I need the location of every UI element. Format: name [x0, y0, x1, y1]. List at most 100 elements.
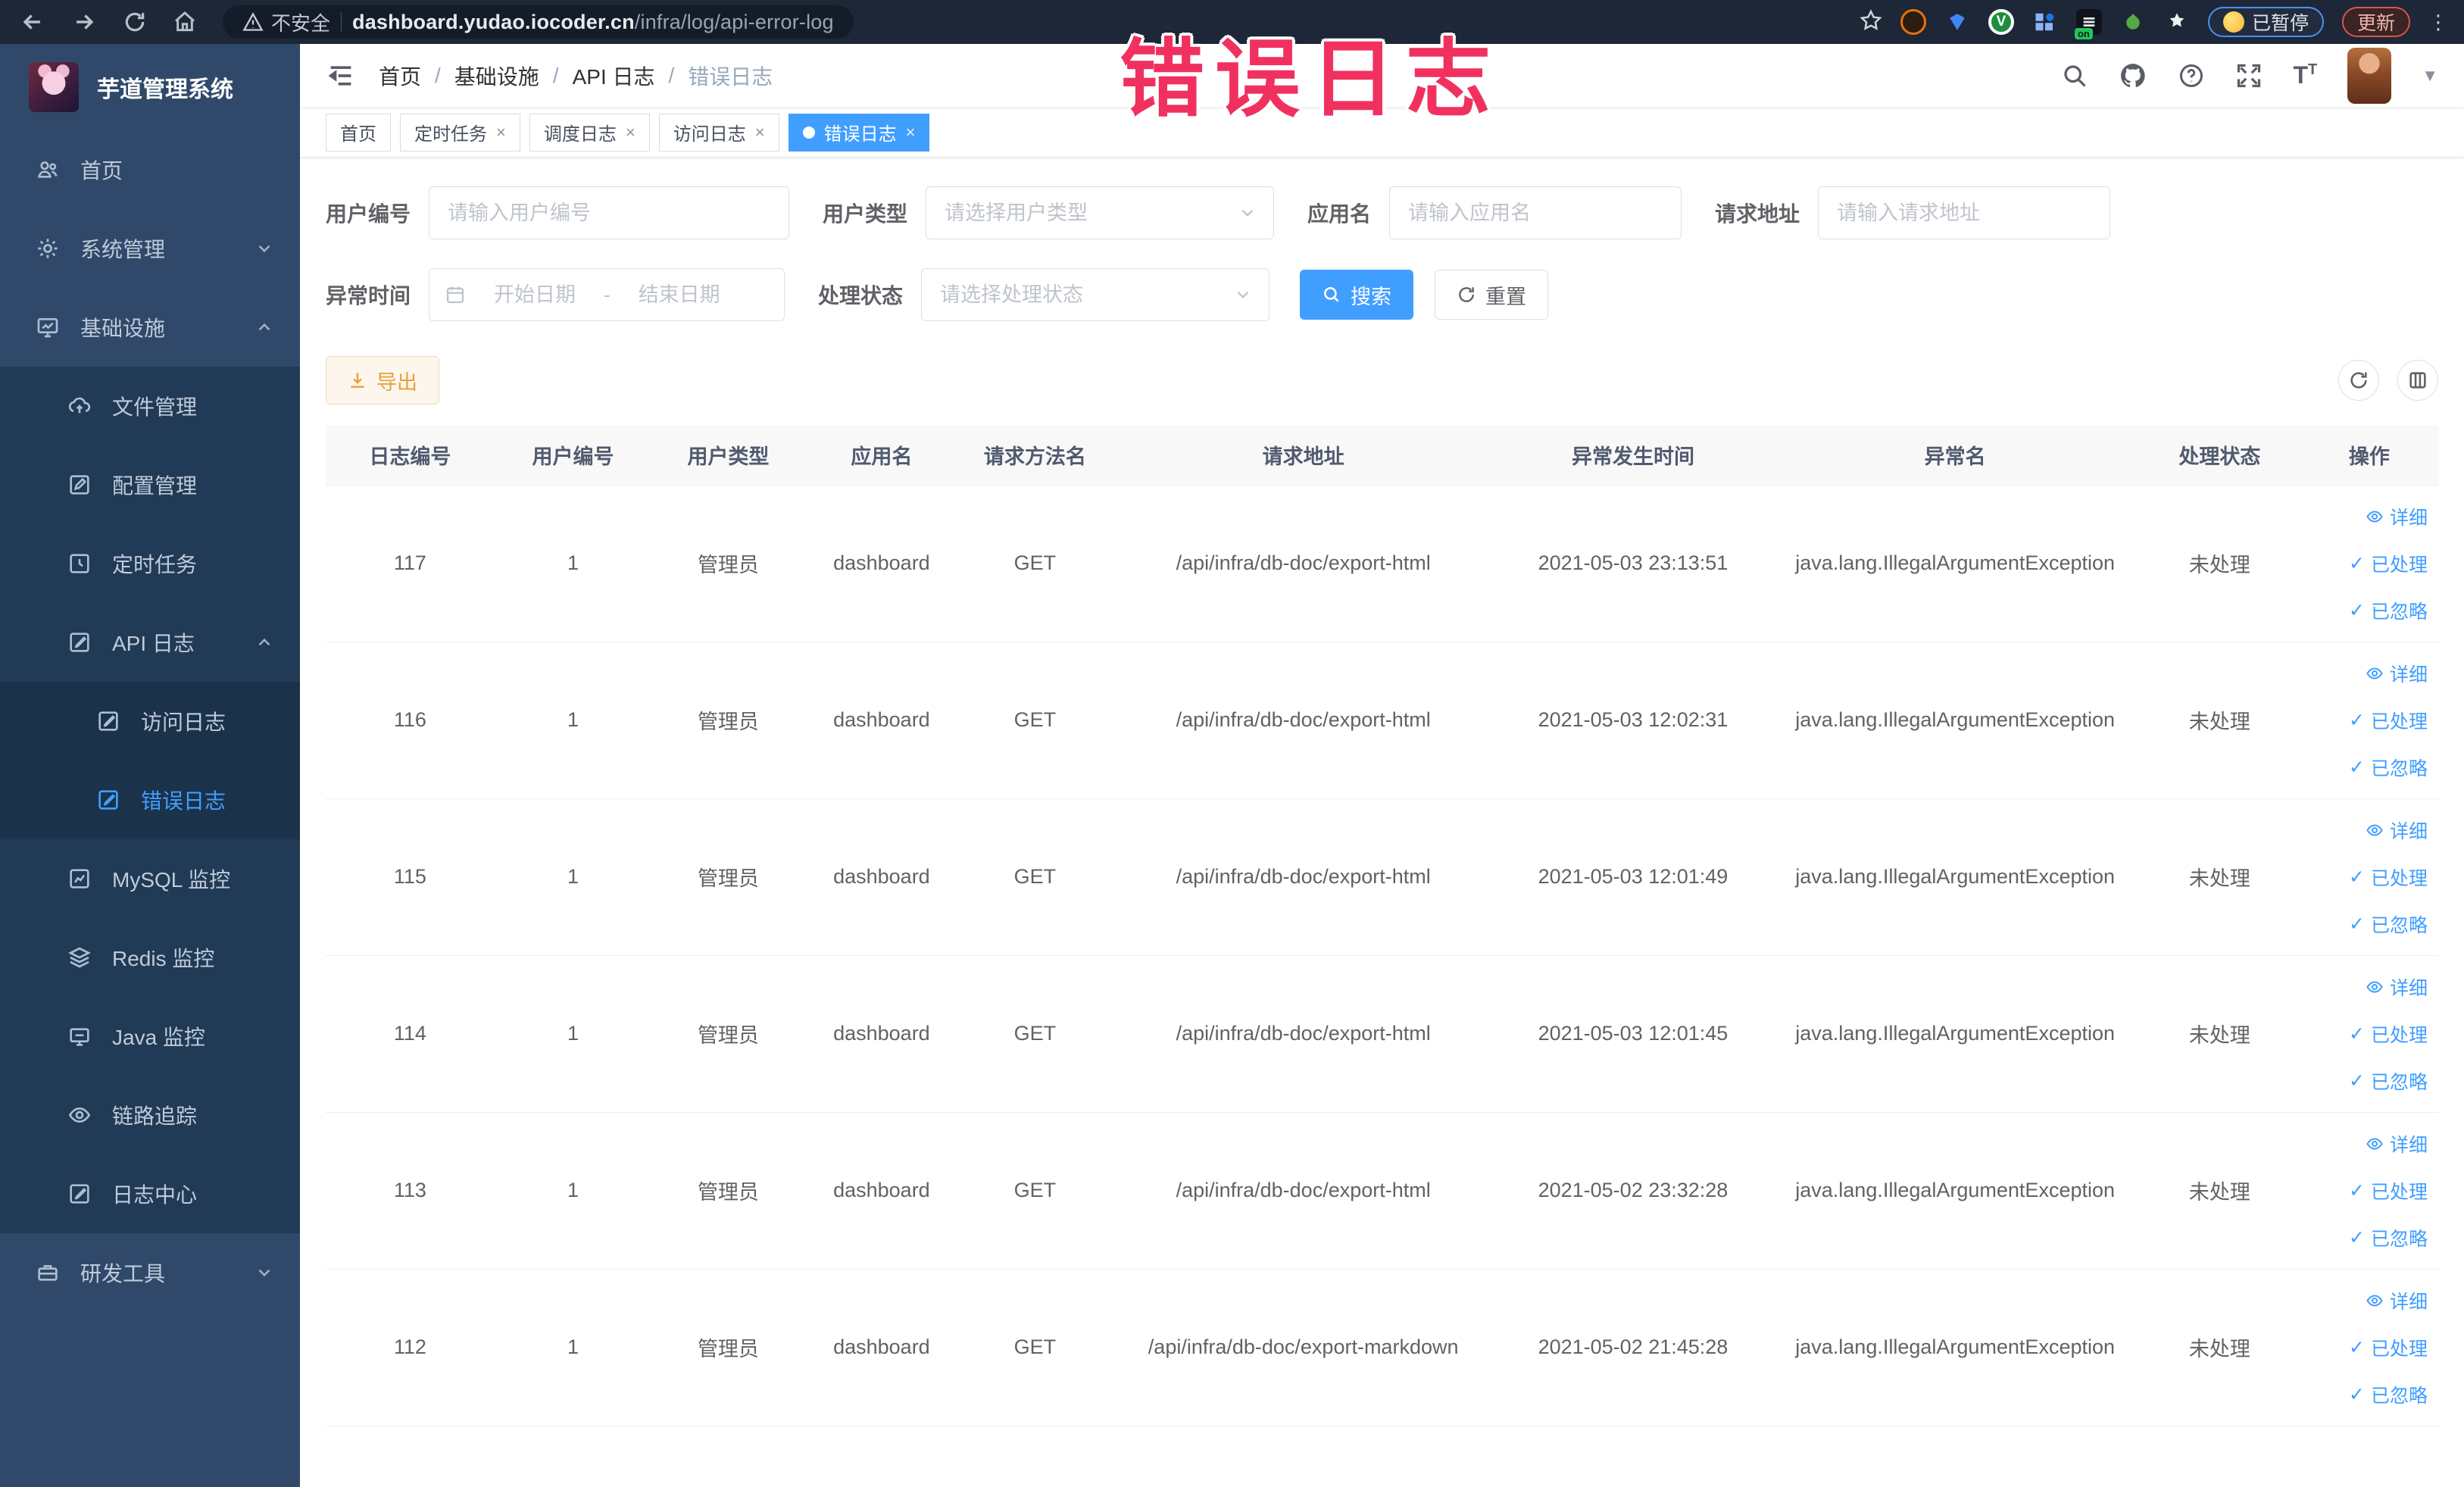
- col-app-name: 应用名: [804, 426, 959, 486]
- tag-error-log[interactable]: 错误日志 ×: [788, 113, 930, 152]
- detail-link[interactable]: 详细: [2306, 964, 2428, 1011]
- extension-icon[interactable]: V: [1988, 9, 2014, 35]
- column-settings-button[interactable]: [2397, 360, 2438, 401]
- sidebar-item-label: 日志中心: [112, 1183, 198, 1207]
- font-size-icon[interactable]: TT: [2293, 61, 2317, 89]
- address-bar[interactable]: 不安全 dashboard.yudao.iocoder.cn/infra/log…: [223, 5, 854, 39]
- sidebar-item-java-monitor[interactable]: Java 监控: [0, 997, 300, 1076]
- extension-icon[interactable]: [2032, 9, 2058, 35]
- start-date-input[interactable]: [478, 283, 592, 307]
- sidebar-item-system[interactable]: 系统管理: [0, 209, 300, 288]
- cell-time: 2021-05-03 12:01:45: [1494, 955, 1772, 1113]
- user-id-input[interactable]: [429, 186, 790, 239]
- breadcrumb-infra[interactable]: 基础设施: [454, 61, 539, 91]
- mark-ignored-link[interactable]: ✓ 已忽略: [2306, 744, 2428, 791]
- sidebar-item-mysql-monitor[interactable]: MySQL 监控: [0, 839, 300, 918]
- app-name-input[interactable]: [1389, 186, 1682, 239]
- table-row: 112 1 管理员 dashboard GET /api/infra/db-do…: [326, 1269, 2438, 1426]
- mark-processed-link[interactable]: ✓ 已处理: [2306, 854, 2428, 901]
- mark-processed-link[interactable]: ✓ 已处理: [2306, 1167, 2428, 1214]
- user-type-select[interactable]: [926, 186, 1275, 239]
- sidebar-item-job[interactable]: 定时任务: [0, 524, 300, 603]
- mark-processed-link[interactable]: ✓ 已处理: [2306, 697, 2428, 744]
- bookmark-star-icon[interactable]: [1860, 8, 1882, 36]
- process-status-select-input[interactable]: [921, 268, 1270, 321]
- sidebar-collapse-icon[interactable]: [326, 61, 356, 91]
- browser-home-icon[interactable]: [173, 10, 197, 34]
- breadcrumb-home[interactable]: 首页: [379, 61, 421, 91]
- cell-user-id: 1: [494, 798, 652, 956]
- search-icon: [1322, 285, 1341, 305]
- browser-forward-icon[interactable]: [71, 9, 97, 35]
- user-type-label: 用户类型: [823, 202, 908, 226]
- detail-link[interactable]: 详细: [2306, 1277, 2428, 1324]
- tag-job[interactable]: 定时任务 ×: [400, 113, 520, 152]
- sidebar-item-redis-monitor[interactable]: Redis 监控: [0, 918, 300, 997]
- mark-processed-link[interactable]: ✓ 已处理: [2306, 1324, 2428, 1371]
- mark-ignored-link[interactable]: ✓ 已忽略: [2306, 1371, 2428, 1418]
- user-type-select-input[interactable]: [926, 186, 1275, 239]
- mark-ignored-link[interactable]: ✓ 已忽略: [2306, 901, 2428, 948]
- close-icon[interactable]: ×: [906, 123, 916, 142]
- extensions-puzzle-icon[interactable]: [2164, 9, 2190, 35]
- cell-user-id: 1: [494, 485, 652, 642]
- browser-menu-icon[interactable]: ⋮: [2428, 11, 2449, 34]
- extension-icon[interactable]: on: [2074, 9, 2102, 39]
- detail-link[interactable]: 详细: [2306, 807, 2428, 854]
- extension-icon[interactable]: [2120, 9, 2146, 35]
- search-icon[interactable]: [2061, 62, 2088, 89]
- sidebar-item-trace[interactable]: 链路追踪: [0, 1076, 300, 1154]
- end-date-input[interactable]: [622, 283, 736, 307]
- close-icon[interactable]: ×: [496, 123, 506, 142]
- profile-paused-button[interactable]: 已暂停: [2207, 7, 2324, 37]
- browser-reload-icon[interactable]: [123, 10, 147, 34]
- check-icon: ✓: [2349, 913, 2365, 935]
- tag-access-log[interactable]: 访问日志 ×: [658, 113, 779, 152]
- extension-icon[interactable]: [1944, 9, 1970, 35]
- user-menu-caret-icon[interactable]: ▼: [2422, 66, 2438, 86]
- sidebar-item-log-center[interactable]: 日志中心: [0, 1154, 300, 1233]
- sidebar-item-dev-tools[interactable]: 研发工具: [0, 1233, 300, 1312]
- security-warning-icon[interactable]: 不安全: [242, 8, 330, 36]
- edit-square-icon: [67, 472, 92, 498]
- sidebar-item-home[interactable]: 首页: [0, 130, 300, 209]
- detail-link[interactable]: 详细: [2306, 1120, 2428, 1167]
- refresh-table-button[interactable]: [2338, 360, 2379, 401]
- mark-processed-link[interactable]: ✓ 已处理: [2306, 540, 2428, 587]
- mark-ignored-link[interactable]: ✓ 已忽略: [2306, 1057, 2428, 1104]
- breadcrumb-api-log[interactable]: API 日志: [573, 61, 655, 91]
- sidebar-item-file-manage[interactable]: 文件管理: [0, 367, 300, 445]
- request-url-input[interactable]: [1818, 186, 2111, 239]
- app-logo-row[interactable]: 芋道管理系统: [0, 44, 300, 130]
- sidebar-item-api-log[interactable]: API 日志: [0, 603, 300, 682]
- cell-time: 2021-05-03 23:13:51: [1494, 485, 1772, 642]
- close-icon[interactable]: ×: [626, 123, 636, 142]
- search-button[interactable]: 搜索: [1300, 270, 1414, 320]
- help-icon[interactable]: [2178, 62, 2205, 89]
- sidebar-item-error-log[interactable]: 错误日志: [0, 761, 300, 839]
- sidebar-item-config-manage[interactable]: 配置管理: [0, 445, 300, 524]
- mark-ignored-link[interactable]: ✓ 已忽略: [2306, 587, 2428, 634]
- sidebar-item-access-log[interactable]: 访问日志: [0, 682, 300, 761]
- tag-home[interactable]: 首页: [326, 113, 391, 152]
- url-text[interactable]: dashboard.yudao.iocoder.cn/infra/log/api…: [352, 11, 834, 34]
- date-range-picker[interactable]: -: [429, 268, 785, 321]
- fullscreen-icon[interactable]: [2235, 62, 2263, 89]
- detail-link[interactable]: 详细: [2306, 650, 2428, 697]
- user-avatar[interactable]: [2347, 47, 2392, 104]
- cell-user-id: 1: [494, 1269, 652, 1426]
- export-button[interactable]: 导出: [326, 356, 439, 405]
- close-icon[interactable]: ×: [755, 123, 765, 142]
- sidebar-item-infra[interactable]: 基础设施: [0, 288, 300, 367]
- browser-back-icon[interactable]: [20, 9, 45, 35]
- tag-schedule-log[interactable]: 调度日志 ×: [529, 113, 650, 152]
- github-icon[interactable]: [2119, 61, 2147, 90]
- chrome-update-button[interactable]: 更新: [2341, 7, 2410, 37]
- mark-processed-link[interactable]: ✓ 已处理: [2306, 1011, 2428, 1057]
- sidebar-item-label: MySQL 监控: [112, 868, 231, 892]
- extension-icon[interactable]: [1900, 9, 1926, 35]
- mark-ignored-link[interactable]: ✓ 已忽略: [2306, 1214, 2428, 1261]
- reset-button[interactable]: 重置: [1435, 270, 1549, 320]
- process-status-select[interactable]: [921, 268, 1270, 321]
- detail-link[interactable]: 详细: [2306, 493, 2428, 540]
